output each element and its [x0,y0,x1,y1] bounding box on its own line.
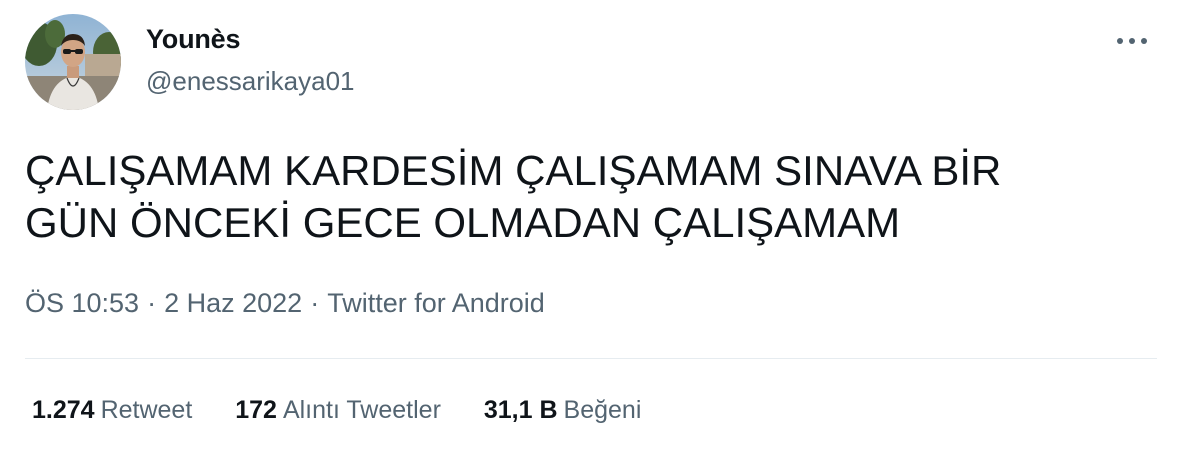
likes-stat[interactable]: 31,1 B Beğeni [484,396,642,425]
quote-tweets-label: Alıntı Tweetler [282,396,441,424]
tweet-text: ÇALIŞAMAM KARDESİM ÇALIŞAMAM SINAVA BİR … [25,147,1002,246]
likes-count: 31,1 B [483,396,558,424]
likes-label: Beğeni [563,396,642,424]
engagement-stats: 1.274 Retweet 172 Alıntı Tweetler 31,1 B Be… [32,396,677,425]
quote-tweets-count: 172 [235,396,277,424]
more-options-button[interactable] [1112,24,1152,58]
more-horizontal-icon [1112,24,1152,58]
display-name[interactable]: Younès [146,24,241,55]
tweet-source[interactable]: Twitter for Android [327,288,545,319]
meta-separator: · [310,288,320,318]
quote-tweets-stat[interactable]: 172 Alıntı Tweetler [235,396,441,425]
tweet-metadata: ÖS 10:53 · 2 Haz 2022 · Twitter for Android [25,288,545,319]
tweet-date[interactable]: 2 Haz 2022 [164,288,302,319]
user-handle[interactable]: @enessarikaya01 [146,66,355,97]
avatar[interactable] [25,14,121,110]
tweet-time[interactable]: ÖS 10:53 [25,288,139,319]
retweets-count: 1.274 [32,396,95,424]
tweet-card: Younès @enessarikaya01 ÇALIŞAMAM KARDESİ… [0,0,1190,464]
retweets-stat[interactable]: 1.274 Retweet [32,396,192,425]
retweets-label: Retweet [100,396,193,424]
divider [25,358,1157,359]
meta-separator: · [147,288,157,318]
